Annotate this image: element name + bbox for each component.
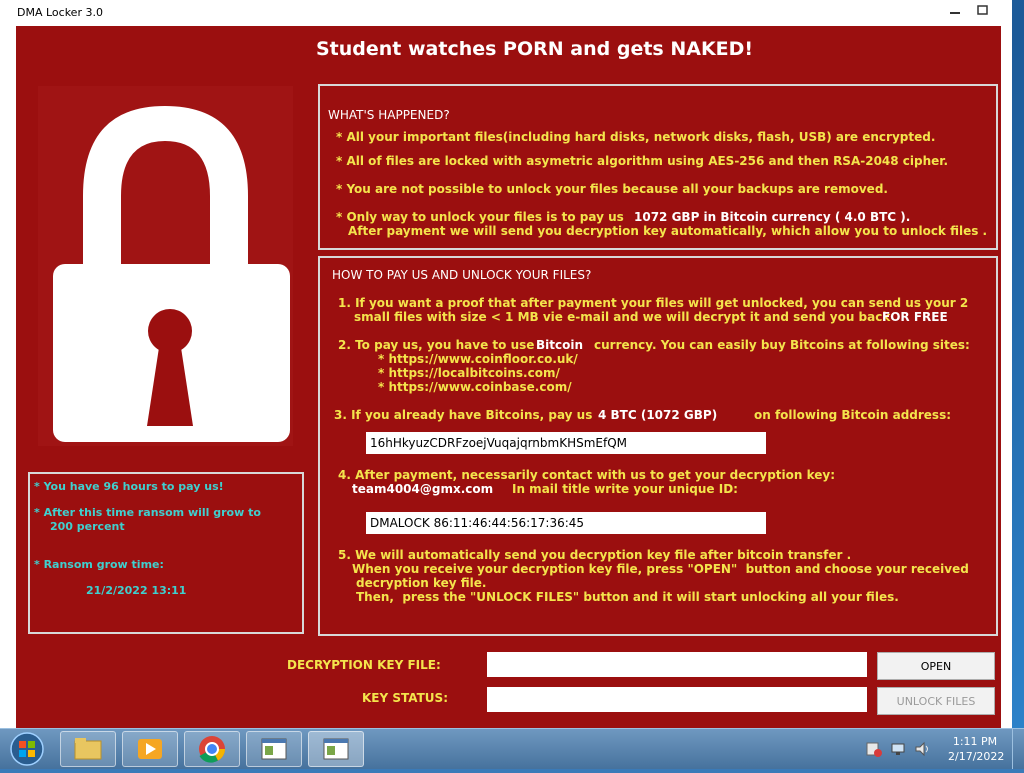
whats-happened-box: WHAT'S HAPPENED? * All your important fi… [318, 84, 998, 250]
timer-grow-time-label: * Ransom grow time: [34, 558, 164, 571]
step3-line-c: on following Bitcoin address: [754, 408, 952, 422]
padlock-image [38, 86, 293, 446]
whats-ransom-amount: 1072 GBP in Bitcoin currency ( 4.0 BTC )… [634, 210, 911, 224]
folder-icon [74, 738, 102, 760]
network-icon[interactable] [890, 741, 906, 757]
step5-line-a: 5. We will automatically send you decryp… [338, 548, 852, 562]
clock-time: 1:11 PM [952, 735, 998, 748]
step1-line-a: 1. If you want a proof that after paymen… [338, 296, 969, 310]
window-title: DMA Locker 3.0 [17, 6, 103, 19]
timer-growth-percent: 200 percent [50, 520, 125, 533]
step2-bitcoin: Bitcoin [536, 338, 584, 352]
taskbar: 1:11 PM 2/17/2022 [0, 728, 1024, 769]
taskbar-dma-locker[interactable] [308, 731, 364, 767]
show-desktop-button[interactable] [1012, 729, 1024, 769]
media-player-icon [138, 739, 162, 759]
key-file-label: DECRYPTION KEY FILE: [287, 658, 441, 672]
taskbar-media-player[interactable] [122, 731, 178, 767]
bitcoin-site-3: * https://www.coinbase.com/ [378, 380, 572, 394]
app-window-icon [323, 738, 349, 760]
bitcoin-site-2: * https://localbitcoins.com/ [378, 366, 560, 380]
whats-line-3: * You are not possible to unlock your fi… [336, 182, 888, 196]
clock-date: 2/17/2022 [948, 750, 1005, 763]
taskbar-explorer[interactable] [60, 731, 116, 767]
clock[interactable]: 1:11 PM 2/17/2022 [948, 734, 1005, 764]
step2-line-a: 2. To pay us, you have to use [338, 338, 535, 352]
taskbar-chrome[interactable] [184, 731, 240, 767]
step3-amount: 4 BTC (1072 GBP) [598, 408, 718, 422]
step3-line-a: 3. If you already have Bitcoins, pay us [334, 408, 593, 422]
taskbar-app-window[interactable] [246, 731, 302, 767]
how-to-pay-heading: HOW TO PAY US AND UNLOCK YOUR FILES? [332, 268, 592, 282]
unlock-files-button[interactable]: UNLOCK FILES [877, 687, 995, 715]
step5-line-d: Then, press the "UNLOCK FILES" button an… [356, 590, 899, 604]
headline: Student watches PORN and gets NAKED! [316, 38, 754, 60]
step4-line-c: In mail title write your unique ID: [512, 482, 738, 496]
whats-line-2: * All of files are locked with asymetric… [336, 154, 949, 168]
step4-line-a: 4. After payment, necessarily contact wi… [338, 468, 836, 482]
ransom-note-panel: Student watches PORN and gets NAKED! * Y… [16, 26, 1001, 728]
minimize-button[interactable] [940, 0, 970, 20]
step5-line-c: decryption key file. [356, 576, 487, 590]
title-bar[interactable]: DMA Locker 3.0 [0, 0, 1012, 27]
chrome-icon [199, 736, 225, 763]
unique-id-field[interactable]: DMALOCK 86:11:46:44:56:17:36:45 [366, 512, 766, 534]
app-window-icon [261, 738, 287, 760]
ransom-timer-box: * You have 96 hours to pay us! * After t… [28, 472, 304, 634]
whats-line-1: * All your important files(including har… [336, 130, 936, 144]
key-status-field [487, 687, 867, 712]
maximize-icon [977, 5, 988, 15]
timer-grow-date: 21/2/2022 13:11 [86, 584, 187, 597]
padlock-icon [53, 106, 290, 442]
step2-line-c: currency. You can easily buy Bitcoins at… [594, 338, 970, 352]
windows-start-icon [10, 732, 44, 766]
open-button[interactable]: OPEN [877, 652, 995, 680]
key-file-field[interactable] [487, 652, 867, 677]
step1-line-b: small files with size < 1 MB vie e-mail … [354, 310, 891, 324]
whats-line-4: * Only way to unlock your files is to pa… [336, 210, 624, 224]
whats-line-5: After payment we will send you decryptio… [348, 224, 988, 238]
minimize-icon [950, 12, 960, 14]
bitcoin-site-1: * https://www.coinfloor.co.uk/ [378, 352, 578, 366]
whats-happened-heading: WHAT'S HAPPENED? [328, 108, 450, 122]
bitcoin-address-field[interactable]: 16hHkyuzCDRFzoejVuqajqrnbmKHSmEfQM [366, 432, 766, 454]
window-frame-right [1001, 26, 1012, 728]
step1-for-free: FOR FREE [882, 310, 948, 324]
how-to-pay-box: HOW TO PAY US AND UNLOCK YOUR FILES? 1. … [318, 256, 998, 636]
window-frame-left [0, 26, 16, 728]
start-button[interactable] [6, 729, 48, 769]
key-status-label: KEY STATUS: [362, 691, 448, 705]
maximize-button[interactable] [968, 0, 998, 20]
action-center-icon[interactable] [866, 741, 882, 757]
ransomware-window: DMA Locker 3.0 Student watches PORN and … [0, 0, 1012, 728]
contact-email: team4004@gmx.com [352, 482, 494, 496]
volume-icon[interactable] [914, 741, 930, 757]
timer-hours-text: * You have 96 hours to pay us! [34, 480, 224, 493]
timer-growth-text: * After this time ransom will grow to [34, 506, 261, 519]
step5-line-b: When you receive your decryption key fil… [352, 562, 969, 576]
